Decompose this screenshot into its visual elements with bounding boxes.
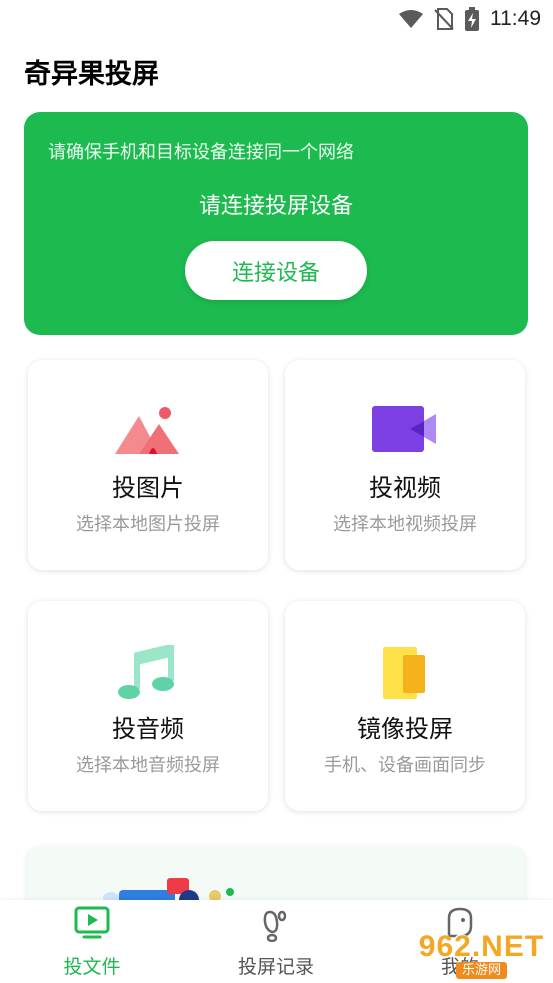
status-time: 11:49 (490, 7, 541, 30)
cast-audio-card[interactable]: 投音频 选择本地音频投屏 (28, 601, 268, 811)
battery-charging-icon (464, 7, 480, 31)
connection-status: 请连接投屏设备 (198, 194, 353, 219)
connect-card: 请确保手机和目标设备连接同一个网络 请连接投屏设备 连接设备 (24, 112, 528, 335)
nav-label: 投屏记录 (237, 956, 314, 978)
feature-title: 投视频 (369, 474, 441, 502)
feature-subtitle: 手机、设备画面同步 (324, 755, 486, 776)
cast-file-icon (0, 906, 184, 942)
status-bar: 11:49 (0, 0, 553, 38)
mirror-icon (285, 645, 525, 699)
feature-title: 投音频 (112, 715, 184, 743)
screen-mirror-card[interactable]: 镜像投屏 手机、设备画面同步 (285, 601, 525, 811)
watermark: 962.NET 乐游网 (414, 931, 549, 979)
nav-label: 投文件 (63, 956, 121, 978)
feature-title: 投图片 (112, 474, 184, 502)
nav-cast-file[interactable]: 投文件 (0, 900, 184, 983)
feature-title: 镜像投屏 (357, 715, 453, 743)
cast-image-card[interactable]: 投图片 选择本地图片投屏 (28, 360, 268, 570)
feature-subtitle: 选择本地视频投屏 (333, 514, 477, 535)
app-title: 奇异果投屏 (24, 59, 159, 90)
video-icon (285, 404, 525, 456)
music-icon (28, 645, 268, 699)
no-sim-icon (434, 8, 454, 30)
wifi-icon (398, 9, 424, 29)
watermark-subtitle: 乐游网 (455, 961, 507, 979)
image-icon (28, 404, 268, 456)
network-hint: 请确保手机和目标设备连接同一个网络 (48, 142, 354, 163)
feature-subtitle: 选择本地图片投屏 (76, 514, 220, 535)
nav-cast-history[interactable]: 投屏记录 (184, 900, 368, 983)
watermark-logo: 962.NET (418, 929, 545, 963)
feature-subtitle: 选择本地音频投屏 (76, 755, 220, 776)
connect-device-button[interactable]: 连接设备 (185, 241, 367, 300)
cast-video-card[interactable]: 投视频 选择本地视频投屏 (285, 360, 525, 570)
footprint-icon (184, 906, 368, 942)
